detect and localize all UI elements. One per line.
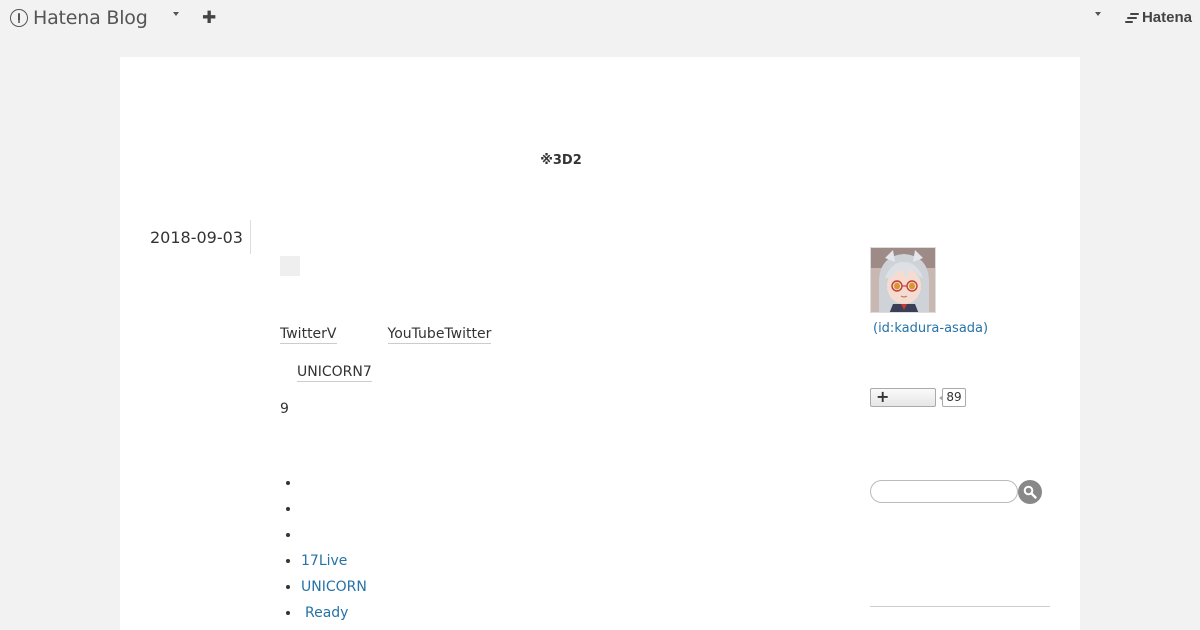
youtube-twitter-link[interactable]: YouTubeTwitter bbox=[387, 326, 492, 344]
entry-line-3: 9 bbox=[280, 401, 289, 417]
hatena-wordmark: Hatena bbox=[1141, 9, 1192, 26]
reader-count-badge: 89 bbox=[939, 388, 966, 407]
profile-avatar[interactable] bbox=[870, 247, 936, 313]
search-button[interactable] bbox=[1018, 480, 1042, 504]
list-item bbox=[301, 496, 367, 522]
blog-title[interactable]: ※3D2 bbox=[120, 153, 1002, 168]
blog-menu-caret-icon[interactable] bbox=[173, 12, 179, 16]
search-icon bbox=[1023, 485, 1037, 499]
list-item: UNICORN bbox=[301, 574, 367, 600]
hatena-logo[interactable]: Hatena bbox=[1124, 9, 1192, 26]
avatar-illustration bbox=[871, 248, 935, 312]
hatena-lines-icon bbox=[1124, 12, 1139, 24]
entry-line-2: UNICORN7 bbox=[297, 364, 372, 382]
new-post-plus-icon[interactable]: ✚ bbox=[202, 9, 216, 27]
global-header: Hatena Blog ✚ Hatena bbox=[0, 0, 1200, 38]
hatena-blog-mark-icon bbox=[10, 9, 28, 27]
blog-content-card: ※3D2 2018-09-03 TwitterV YouTubeTwitter U… bbox=[120, 57, 1080, 630]
ready-link[interactable]: Ready bbox=[305, 605, 348, 621]
unicorn-list-link[interactable]: UNICORN bbox=[301, 579, 367, 595]
entry-image-placeholder bbox=[280, 256, 300, 276]
twitter-link[interactable]: TwitterV bbox=[280, 326, 337, 344]
subscribe-plus-icon: + bbox=[876, 387, 890, 406]
sidebar-divider bbox=[870, 606, 1050, 607]
entry-date[interactable]: 2018-09-03 bbox=[150, 228, 243, 247]
profile-id-link[interactable]: (id:kadura-asada) bbox=[873, 321, 988, 336]
list-item: Ready bbox=[301, 600, 367, 626]
hatena-blog-logo[interactable]: Hatena Blog bbox=[10, 6, 148, 30]
brand-name: Hatena Blog bbox=[33, 7, 148, 29]
17live-link[interactable]: 17Live bbox=[301, 553, 347, 569]
list-item bbox=[301, 470, 367, 496]
date-divider bbox=[250, 220, 251, 254]
unicorn-link[interactable]: UNICORN7 bbox=[297, 364, 372, 382]
blog-search-input[interactable] bbox=[870, 480, 1018, 503]
subscribe-button[interactable]: + bbox=[870, 387, 936, 407]
user-menu-caret-icon[interactable] bbox=[1095, 12, 1101, 16]
entry-line-1: TwitterV YouTubeTwitter bbox=[280, 326, 492, 344]
list-item bbox=[301, 522, 367, 548]
entry-list: 17Live UNICORN Ready bbox=[280, 470, 367, 626]
list-item: 17Live bbox=[301, 548, 367, 574]
